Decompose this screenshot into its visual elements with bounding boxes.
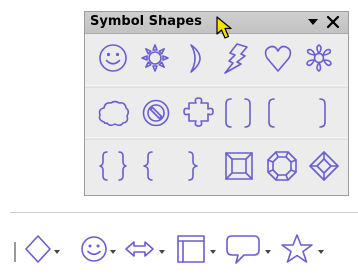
toolbar-icons xyxy=(25,234,324,264)
double-bracket-icon[interactable] xyxy=(225,98,251,128)
star-icon xyxy=(281,234,313,263)
sun-icon[interactable] xyxy=(141,44,169,72)
flowchart-button[interactable] xyxy=(177,235,216,263)
symbol-shapes-panel: Symbol Shapes xyxy=(84,11,349,196)
diamond-shapes-button[interactable] xyxy=(25,235,60,263)
flower-icon[interactable] xyxy=(306,44,332,72)
symbol-shapes-button[interactable] xyxy=(81,236,116,262)
square-bevel-icon[interactable] xyxy=(225,152,253,180)
dropdown-arrow-icon xyxy=(318,250,324,254)
prohibited-icon[interactable] xyxy=(142,99,170,127)
dropdown-arrow-icon xyxy=(210,250,216,254)
moon-icon[interactable] xyxy=(190,44,201,73)
puzzle-icon[interactable] xyxy=(183,97,214,127)
heart-icon[interactable] xyxy=(264,45,292,72)
smiley-icon[interactable] xyxy=(99,44,127,72)
separator-line xyxy=(10,212,358,213)
right-bracket-icon[interactable] xyxy=(319,98,326,128)
dropdown-arrow-icon xyxy=(110,250,116,254)
diamond-icon xyxy=(25,235,51,263)
dropdown-arrow-icon xyxy=(159,250,165,254)
diamond-bevel-icon[interactable] xyxy=(309,151,339,181)
octagon-bevel-icon[interactable] xyxy=(267,151,297,181)
lightning-icon[interactable] xyxy=(224,43,248,74)
stars-button[interactable] xyxy=(281,234,324,263)
left-right-arrow-icon xyxy=(125,241,154,257)
callouts-button[interactable] xyxy=(226,235,271,264)
block-arrows-button[interactable] xyxy=(125,241,165,257)
smiley-icon xyxy=(81,236,107,262)
cloud-icon[interactable] xyxy=(98,100,130,127)
drawing-toolbar xyxy=(0,229,358,269)
dropdown-arrow-icon xyxy=(265,250,271,254)
left-bracket-icon[interactable] xyxy=(268,98,275,128)
double-brace-icon[interactable] xyxy=(99,151,127,181)
shapes-grid xyxy=(85,43,348,181)
right-brace-icon[interactable] xyxy=(188,151,198,181)
flowchart-process-icon xyxy=(177,235,205,263)
left-brace-icon[interactable] xyxy=(143,151,153,181)
dropdown-arrow-icon xyxy=(54,250,60,254)
callout-icon xyxy=(226,235,260,264)
